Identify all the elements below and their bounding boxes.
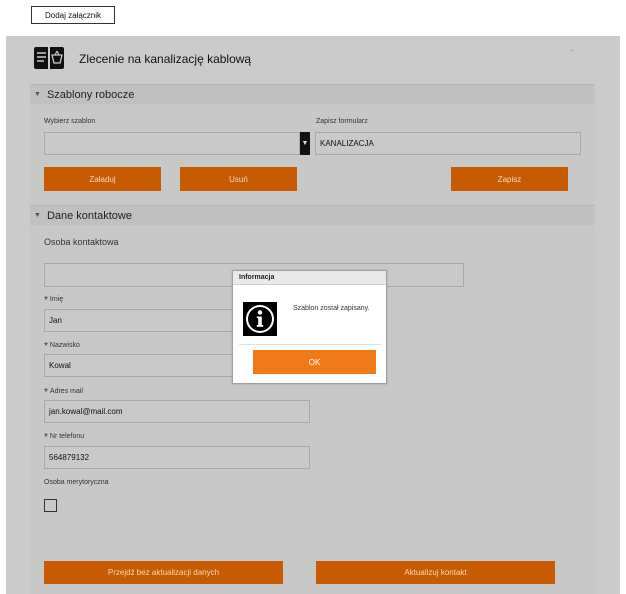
dialog-message: Szablon został zapisany. <box>293 305 370 312</box>
load-template-button[interactable]: Załaduj <box>44 167 161 191</box>
dropdown-arrow-icon[interactable]: ▼ <box>300 132 310 155</box>
email-input[interactable]: jan.kowal@mail.com <box>44 400 310 423</box>
skip-update-button[interactable]: Przejdź bez aktualizacji danych <box>44 561 283 584</box>
update-contact-button[interactable]: Aktualizuj kontakt <box>316 561 555 584</box>
merit-person-checkbox[interactable] <box>44 499 57 512</box>
first-name-label-text: Imię <box>49 296 64 303</box>
last-name-input[interactable]: Kowal <box>44 354 234 377</box>
book-basket-icon <box>34 47 64 69</box>
required-mark: * <box>44 295 48 306</box>
remove-template-button[interactable]: Usuń <box>180 167 297 191</box>
add-attachment-button[interactable]: Dodaj załącznik <box>31 6 115 24</box>
info-dialog: Informacja Szablon został zapisany. OK <box>232 270 387 384</box>
first-name-input[interactable]: Jan <box>44 309 234 332</box>
section-header-contact[interactable]: ▼ Dane kontaktowe <box>30 205 595 225</box>
template-select[interactable] <box>44 132 300 155</box>
save-template-button[interactable]: Zapisz <box>451 167 568 191</box>
save-form-input[interactable]: KANALIZACJA <box>315 132 581 155</box>
phone-input[interactable]: 564879132 <box>44 446 310 469</box>
phone-label-text: Nr telefonu <box>49 433 85 440</box>
merit-person-label: Osoba merytoryczna <box>44 479 109 486</box>
email-label: * Adres mail <box>44 385 83 398</box>
dialog-divider <box>239 344 381 345</box>
required-mark: * <box>44 387 48 398</box>
page-title: Zlecenie na kanalizację kablową <box>79 52 252 66</box>
contact-person-label: Osoba kontaktowa <box>44 237 119 247</box>
save-form-label: Zapisz formularz <box>316 118 368 125</box>
dialog-title: Informacja <box>233 271 386 285</box>
phone-label: * Nr telefonu <box>44 430 85 443</box>
last-name-label-text: Nazwisko <box>49 342 80 349</box>
email-label-text: Adres mail <box>49 388 83 395</box>
info-icon <box>246 305 274 333</box>
choose-template-label: Wybierz szablon <box>44 118 96 125</box>
required-mark: * <box>44 432 48 443</box>
expand-icon[interactable]: ⌃ <box>568 48 576 59</box>
required-mark: * <box>44 341 48 352</box>
chevron-down-icon: ▼ <box>34 212 41 219</box>
first-name-label: * Imię <box>44 293 64 306</box>
ok-button[interactable]: OK <box>253 350 376 374</box>
section-header-templates[interactable]: ▼ Szablony robocze <box>30 84 595 104</box>
section-title: Szablony robocze <box>46 88 135 101</box>
last-name-label: * Nazwisko <box>44 339 80 352</box>
section-title: Dane kontaktowe <box>46 209 132 222</box>
chevron-down-icon: ▼ <box>34 91 41 98</box>
